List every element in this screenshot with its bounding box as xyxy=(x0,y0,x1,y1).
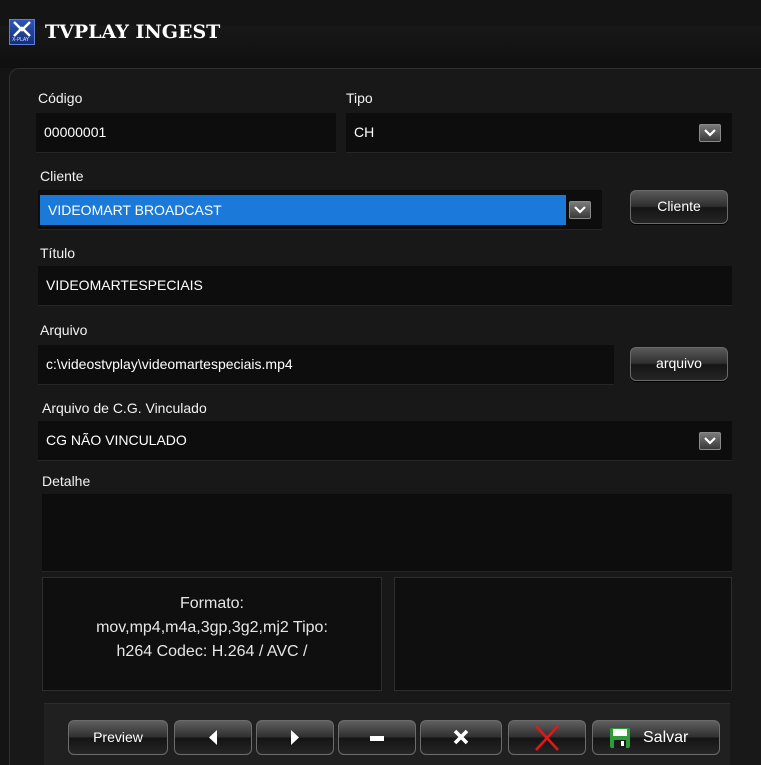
arquivo-field[interactable]: c:\videostvplay\videomartespeciais.mp4 xyxy=(38,345,614,385)
codigo-field[interactable]: 00000001 xyxy=(36,113,336,153)
tipo-label: Tipo xyxy=(346,90,373,106)
cg-select[interactable]: CG NÃO VINCULADO xyxy=(38,421,732,461)
chevron-down-icon xyxy=(574,206,586,214)
format-line-2: mov,mp4,m4a,3gp,3g2,mj2 Tipo: xyxy=(96,619,328,636)
detalhe-label: Detalhe xyxy=(42,473,91,489)
chevron-down-icon xyxy=(704,129,716,137)
close-icon xyxy=(453,729,469,745)
cliente-button[interactable]: Cliente xyxy=(630,190,728,224)
titulo-label: Título xyxy=(40,245,76,261)
tipo-select[interactable]: CH xyxy=(346,113,732,153)
previous-button[interactable] xyxy=(174,720,252,755)
preview-button[interactable]: Preview xyxy=(68,720,168,755)
titulo-field[interactable]: VIDEOMARTESPECIAIS xyxy=(38,266,732,306)
arrow-right-icon xyxy=(291,730,299,745)
app-window: X-PLAY TVPLAY INGEST Código 00000001 Tip… xyxy=(0,0,761,765)
minus-button[interactable] xyxy=(338,720,416,755)
tipo-dropdown-button[interactable] xyxy=(699,124,721,142)
cancel-button[interactable] xyxy=(420,720,502,755)
tipo-value: CH xyxy=(354,124,375,140)
chevron-down-icon xyxy=(704,437,716,445)
format-line-1: Formato: xyxy=(179,595,244,612)
save-disk-icon xyxy=(610,728,630,748)
codigo-label: Código xyxy=(38,90,83,106)
cliente-label: Cliente xyxy=(40,168,84,184)
format-info-box: Formato: mov,mp4,m4a,3gp,3g2,mj2 Tipo: h… xyxy=(42,577,382,691)
arquivo-button[interactable]: arquivo xyxy=(630,347,728,381)
format-info-text: Formato: mov,mp4,m4a,3gp,3g2,mj2 Tipo: h… xyxy=(43,592,381,664)
arquivo-label: Arquivo xyxy=(40,322,88,338)
preview-box xyxy=(394,577,732,691)
app-title: TVPLAY INGEST xyxy=(45,21,221,43)
cg-value: CG NÃO VINCULADO xyxy=(46,432,187,448)
save-button[interactable]: Salvar xyxy=(592,720,720,755)
cg-dropdown-button[interactable] xyxy=(699,432,721,450)
cliente-dropdown-button[interactable] xyxy=(569,201,591,219)
logo-text: X-PLAY xyxy=(12,37,29,43)
app-logo-icon: X-PLAY xyxy=(9,19,35,45)
minus-icon xyxy=(370,736,384,741)
next-button[interactable] xyxy=(256,720,334,755)
cg-label: Arquivo de C.G. Vinculado xyxy=(42,400,207,416)
save-label: Salvar xyxy=(643,729,689,746)
cliente-selected-value: VIDEOMART BROADCAST xyxy=(40,195,566,225)
delete-red-x-icon xyxy=(535,725,559,751)
arrow-left-icon xyxy=(209,730,217,745)
format-line-3: h264 Codec: H.264 / AVC / xyxy=(116,643,308,660)
detalhe-textarea[interactable] xyxy=(42,494,732,572)
cliente-select[interactable]: VIDEOMART BROADCAST xyxy=(38,190,602,230)
delete-button[interactable] xyxy=(508,720,586,755)
